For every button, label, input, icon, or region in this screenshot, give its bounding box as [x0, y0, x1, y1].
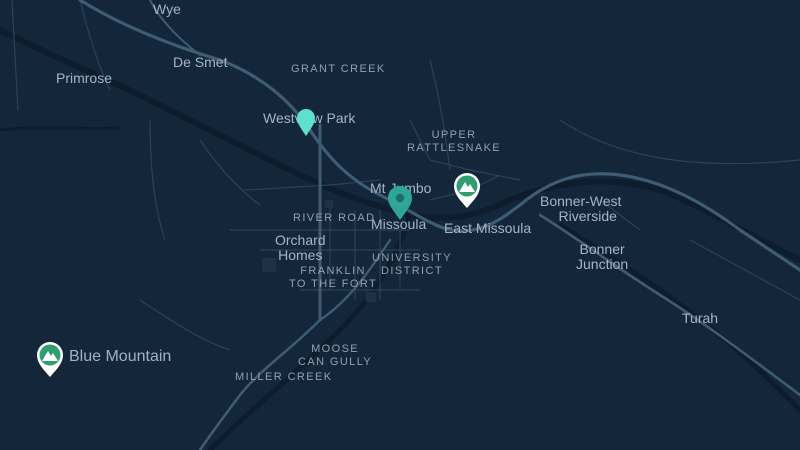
- town-label-wye: Wye: [153, 1, 181, 17]
- pin-dot-icon: [395, 193, 405, 203]
- town-label-line: Riverside: [558, 208, 617, 224]
- hood-label-line: FRANKLIN: [300, 265, 366, 277]
- hood-label-line: CAN GULLY: [298, 356, 373, 368]
- hood-label-moose-can-gully: MOOSE CAN GULLY: [298, 343, 372, 369]
- hood-label-miller-creek: MILLER CREEK: [235, 371, 333, 383]
- town-label-line: Junction: [576, 256, 629, 272]
- town-label-east-missoula: East Missoula: [444, 220, 532, 236]
- peak-label-blue-mountain: Blue Mountain: [69, 348, 172, 365]
- hood-label-line: DISTRICT: [381, 265, 443, 277]
- minor-roads: [11, 0, 800, 351]
- map-pin-westview-park[interactable]: [296, 108, 316, 138]
- hood-label-river-road: RIVER ROAD: [293, 212, 376, 224]
- hood-label-line: UNIVERSITY: [372, 252, 453, 264]
- hood-label-franklin-to-the-fort: FRANKLIN TO THE FORT: [289, 265, 377, 291]
- peak-marker-blue-mountain[interactable]: [35, 340, 65, 378]
- hood-label-line: TO THE FORT: [289, 278, 378, 290]
- peak-marker-mt-jumbo[interactable]: [452, 171, 482, 209]
- map-pin-missoula[interactable]: [386, 186, 414, 222]
- town-label-line: Homes: [278, 247, 323, 263]
- hood-label-university-district: UNIVERSITY DISTRICT: [372, 252, 452, 278]
- hood-label-line: MOOSE: [311, 343, 360, 355]
- town-label-de-smet: De Smet: [173, 54, 228, 70]
- town-label-line: Bonner: [579, 241, 625, 257]
- town-label-primrose: Primrose: [56, 70, 113, 86]
- hood-label-upper-rattlesnake: UPPER RATTLESNAKE: [407, 129, 501, 155]
- town-label-turah: Turah: [682, 310, 719, 326]
- town-label-line: Orchard: [275, 232, 326, 248]
- town-label-orchard-homes: Orchard Homes: [275, 233, 326, 263]
- hood-label-grant-creek: GRANT CREEK: [291, 63, 386, 75]
- map-canvas[interactable]: Wye De Smet Primrose Westview Park Mt Ju…: [0, 0, 800, 450]
- hood-label-line: RATTLESNAKE: [407, 142, 502, 154]
- hood-label-line: UPPER: [431, 129, 477, 141]
- town-label-line: Bonner-West: [540, 193, 622, 209]
- town-label-bonner-junction: Bonner Junction: [576, 242, 628, 272]
- town-label-bonner-west-riverside: Bonner-West Riverside: [540, 194, 621, 224]
